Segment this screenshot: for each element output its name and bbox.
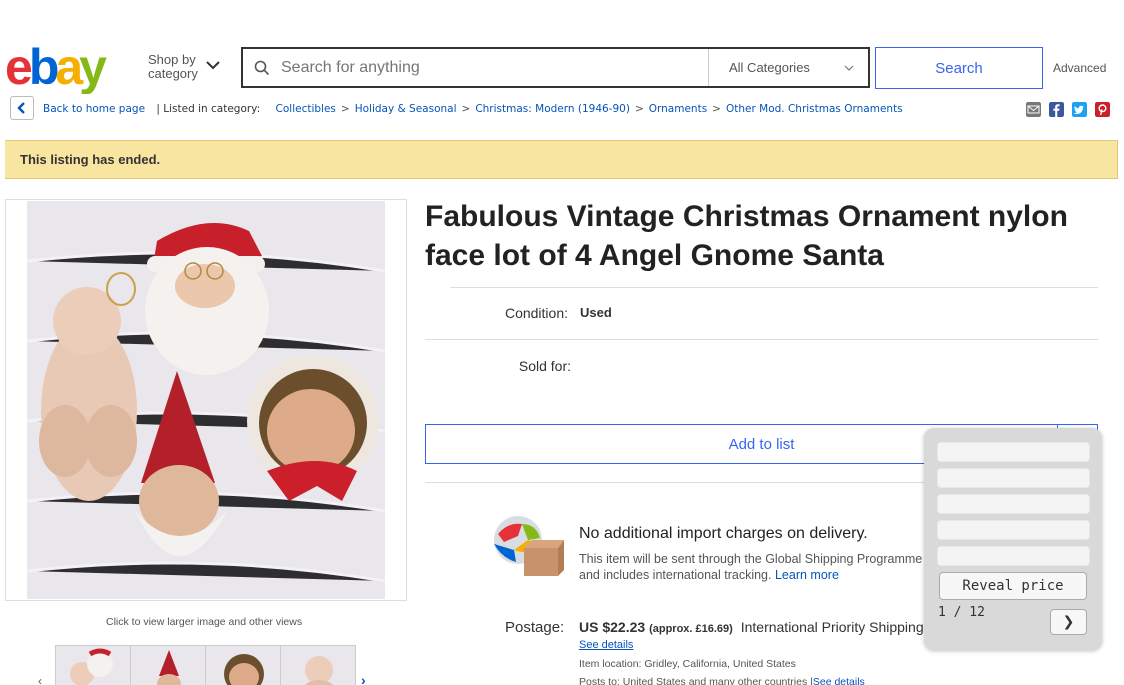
chevron-right-icon[interactable]: › bbox=[361, 672, 366, 685]
postage-price-row: US $22.23 (approx. £16.69) International… bbox=[579, 619, 924, 635]
facebook-icon[interactable] bbox=[1049, 102, 1064, 117]
logo-letter-y: y bbox=[79, 42, 107, 94]
back-button[interactable] bbox=[10, 96, 34, 120]
search-input[interactable] bbox=[281, 49, 708, 86]
posts-to-row: Posts to: United States and many other c… bbox=[579, 676, 865, 685]
shop-by-line1: Shop by bbox=[148, 52, 196, 67]
breadcrumb-item[interactable]: Holiday & Seasonal bbox=[355, 103, 457, 115]
divider bbox=[425, 339, 1098, 340]
postage-approx: (approx. £16.69) bbox=[649, 623, 733, 635]
listing-title: Fabulous Vintage Christmas Ornament nylo… bbox=[425, 200, 1068, 272]
posts-to-see-details-link[interactable]: See details bbox=[813, 676, 865, 685]
product-image[interactable] bbox=[27, 201, 385, 599]
condition-value: Used bbox=[580, 305, 612, 320]
thumbnail[interactable] bbox=[205, 645, 281, 685]
chevron-down-icon[interactable] bbox=[206, 60, 220, 70]
back-to-home-link[interactable]: Back to home page bbox=[43, 103, 145, 115]
reveal-price-button[interactable]: Reveal price bbox=[939, 572, 1087, 600]
answer-field[interactable] bbox=[937, 546, 1090, 566]
category-select[interactable]: All Categories bbox=[708, 49, 868, 86]
sold-for-label: Sold for: bbox=[518, 358, 571, 374]
import-charges-title: No additional import charges on delivery… bbox=[579, 525, 868, 542]
chevron-down-icon bbox=[844, 65, 854, 71]
item-location: Item location: Gridley, California, Unit… bbox=[579, 658, 796, 670]
postage-method: International Priority Shipping bbox=[740, 619, 924, 635]
next-button[interactable]: ❯ bbox=[1050, 609, 1087, 635]
posts-to-text: Posts to: United States and many other c… bbox=[579, 676, 813, 685]
learn-more-link[interactable]: Learn more bbox=[775, 568, 839, 582]
condition-label: Condition: bbox=[504, 305, 568, 321]
svg-text:ebay: ebay bbox=[5, 42, 107, 94]
breadcrumb-item[interactable]: Ornaments bbox=[649, 103, 707, 115]
breadcrumb: Back to home page | Listed in category: … bbox=[43, 103, 903, 115]
import-desc-text: This item will be sent through the Globa… bbox=[579, 552, 923, 582]
ebay-logo[interactable]: ebay bbox=[5, 42, 125, 94]
twitter-icon[interactable] bbox=[1072, 102, 1087, 117]
breadcrumb-separator: > bbox=[634, 103, 644, 115]
shop-by-line2: category bbox=[148, 66, 198, 81]
breadcrumb-item[interactable]: Christmas: Modern (1946-90) bbox=[475, 103, 630, 115]
breadcrumb-separator: > bbox=[461, 103, 471, 115]
gallery-hint: Click to view larger image and other vie… bbox=[106, 616, 303, 628]
pager-text: 1 / 12 bbox=[938, 605, 985, 620]
chevron-left-icon[interactable]: ‹ bbox=[38, 674, 42, 685]
search-button[interactable]: Search bbox=[875, 47, 1043, 89]
postage-label: Postage: bbox=[505, 619, 565, 636]
thumbnail[interactable] bbox=[280, 645, 356, 685]
breadcrumb-separator: > bbox=[712, 103, 721, 115]
answer-field[interactable] bbox=[937, 494, 1090, 514]
postage-see-details-link[interactable]: See details bbox=[579, 639, 633, 651]
postage-price: US $22.23 bbox=[579, 619, 646, 635]
shop-by-category-button[interactable]: Shop by category bbox=[148, 53, 198, 81]
price-reveal-panel: Reveal price 1 / 12 ❯ bbox=[924, 428, 1102, 650]
pinterest-icon[interactable] bbox=[1095, 102, 1110, 117]
global-shipping-icon bbox=[494, 516, 564, 576]
logo-letter-b: b bbox=[29, 42, 58, 94]
search-icon bbox=[243, 60, 281, 76]
listed-in-label: | Listed in category: bbox=[156, 103, 261, 115]
answer-field[interactable] bbox=[937, 442, 1090, 462]
chevron-left-icon bbox=[17, 102, 25, 114]
answer-field[interactable] bbox=[937, 468, 1090, 488]
import-charges-description: This item will be sent through the Globa… bbox=[579, 551, 939, 583]
category-select-value: All Categories bbox=[729, 60, 810, 75]
breadcrumb-item[interactable]: Collectibles bbox=[276, 103, 336, 115]
listing-ended-banner: This listing has ended. bbox=[5, 140, 1118, 179]
divider bbox=[450, 287, 1098, 288]
search-bar: All Categories bbox=[241, 47, 870, 88]
thumbnail[interactable] bbox=[130, 645, 206, 685]
breadcrumb-separator: > bbox=[340, 103, 350, 115]
email-icon[interactable] bbox=[1026, 102, 1041, 117]
advanced-search-link[interactable]: Advanced bbox=[1053, 61, 1106, 75]
breadcrumb-item[interactable]: Other Mod. Christmas Ornaments bbox=[726, 103, 903, 115]
answer-field[interactable] bbox=[937, 520, 1090, 540]
thumbnail[interactable] bbox=[55, 645, 131, 685]
